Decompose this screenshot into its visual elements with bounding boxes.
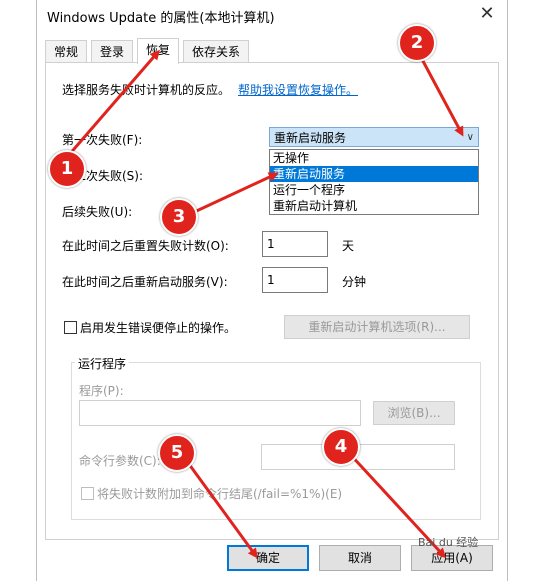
marker-3: 3 [160,198,198,236]
baidu-watermark: Bai du 经验 [418,536,479,549]
arrow-5 [184,459,258,559]
arrow-3 [189,172,279,216]
marker-4: 4 [322,428,360,466]
marker-1: 1 [48,150,86,188]
marker-5: 5 [158,434,196,472]
marker-2: 2 [398,24,436,62]
annotation-arrows [66,47,464,559]
arrow-1 [66,49,160,157]
